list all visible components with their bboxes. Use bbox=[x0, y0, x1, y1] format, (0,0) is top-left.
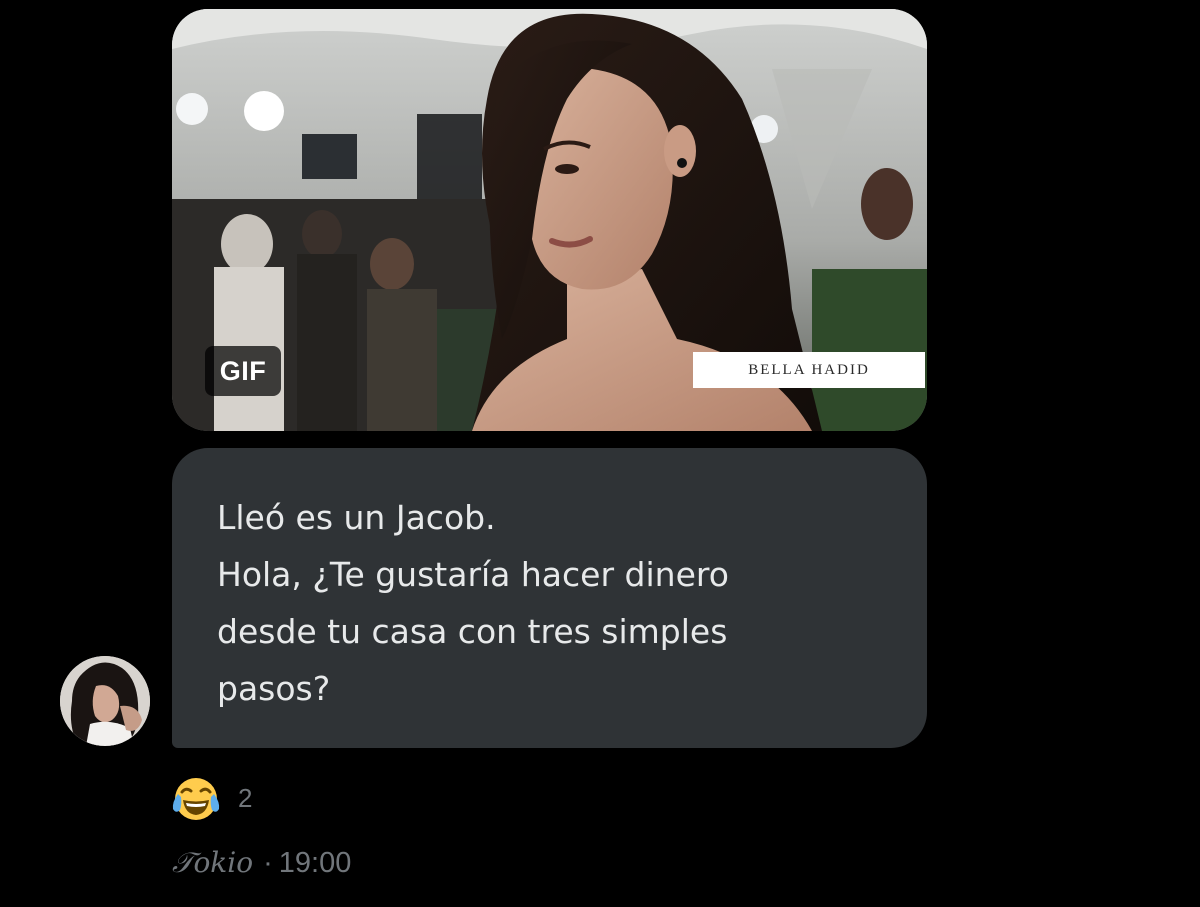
sender-avatar[interactable] bbox=[60, 656, 150, 746]
gif-attachment[interactable]: GIF BELLA HADID bbox=[172, 9, 927, 431]
message-reaction[interactable]: 2 bbox=[170, 772, 252, 824]
avatar-image bbox=[60, 656, 150, 746]
message-text-line: pasos? bbox=[217, 669, 331, 708]
gif-badge: GIF bbox=[205, 346, 281, 396]
message-text-line: desde tu casa con tres simples bbox=[217, 612, 728, 651]
message-meta: 𝒯okio · 19:00 bbox=[172, 846, 351, 880]
message-timestamp: 19:00 bbox=[278, 847, 352, 879]
meta-separator: · bbox=[263, 847, 273, 879]
sender-name[interactable]: 𝒯okio bbox=[172, 846, 253, 879]
message-text-line: Hola, ¿Te gustaría hacer dinero bbox=[217, 555, 729, 594]
message-text-line: Lleó es un Jacob. bbox=[217, 498, 496, 537]
face-with-tears-of-joy-icon bbox=[172, 778, 220, 820]
reaction-count: 2 bbox=[238, 782, 253, 813]
gif-caption-plate: BELLA HADID bbox=[693, 352, 925, 388]
message-bubble: Lleó es un Jacob. Hola, ¿Te gustaría hac… bbox=[172, 448, 927, 748]
